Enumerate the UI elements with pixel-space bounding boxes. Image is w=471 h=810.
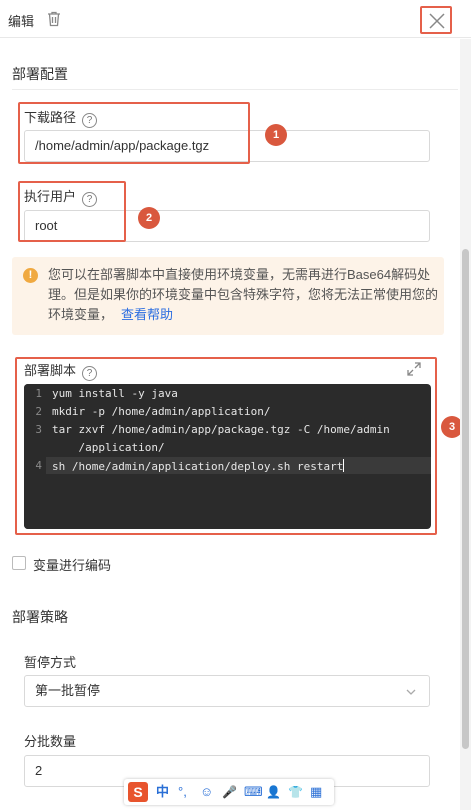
close-button[interactable]: [420, 6, 452, 34]
highlight-box-3: [15, 357, 437, 535]
chevron-down-icon: [406, 689, 416, 695]
warning-icon: !: [23, 268, 38, 283]
ime-skin-icon[interactable]: 👕: [288, 783, 303, 801]
batch-count-label: 分批数量: [24, 734, 77, 749]
env-var-notice: ! 您可以在部署脚本中直接使用环境变量，无需再进行Base64解码处理。但是如果…: [12, 257, 444, 335]
annotation-badge-1: 1: [265, 124, 287, 146]
ime-punctuation-icon[interactable]: °,: [178, 783, 187, 801]
section-title-deploy-config: 部署配置: [12, 66, 68, 82]
ime-toolbar: S 中 °, ☺ 🎤 ⌨ 👤 👕 ▦: [124, 779, 334, 805]
encode-checkbox[interactable]: [12, 556, 26, 570]
trash-icon[interactable]: [45, 10, 63, 28]
close-icon: [429, 13, 445, 29]
help-link[interactable]: 查看帮助: [121, 307, 173, 322]
highlight-box-1: [18, 102, 250, 164]
ime-chinese-mode[interactable]: 中: [156, 783, 169, 801]
ime-voice-icon[interactable]: 🎤: [222, 783, 237, 801]
drawer-header: 编辑: [0, 0, 471, 38]
divider: [12, 89, 458, 90]
scrollbar-thumb[interactable]: [462, 249, 469, 749]
highlight-box-2: [18, 181, 126, 242]
drawer-title: 编辑: [8, 14, 35, 29]
encode-checkbox-label: 变量进行编码: [33, 558, 112, 573]
ime-logo-icon[interactable]: S: [128, 782, 148, 802]
ime-grid-icon[interactable]: ▦: [310, 783, 322, 801]
pause-mode-label: 暂停方式: [24, 655, 77, 670]
notice-text: 您可以在部署脚本中直接使用环境变量，无需再进行Base64解码处理。但是如果你的…: [48, 267, 439, 322]
section-title-strategy: 部署策略: [12, 609, 68, 625]
ime-emoji-icon[interactable]: ☺: [200, 783, 213, 801]
form-area: 部署配置 下载路径? /home/admin/app/package.tgz 1…: [0, 39, 463, 810]
ime-keyboard-icon[interactable]: ⌨: [244, 783, 263, 801]
annotation-badge-2: 2: [138, 207, 160, 229]
drawer-body: 部署配置 下载路径? /home/admin/app/package.tgz 1…: [0, 39, 471, 810]
pause-mode-select[interactable]: 第一批暂停: [24, 675, 430, 707]
ime-user-icon[interactable]: 👤: [266, 783, 281, 801]
